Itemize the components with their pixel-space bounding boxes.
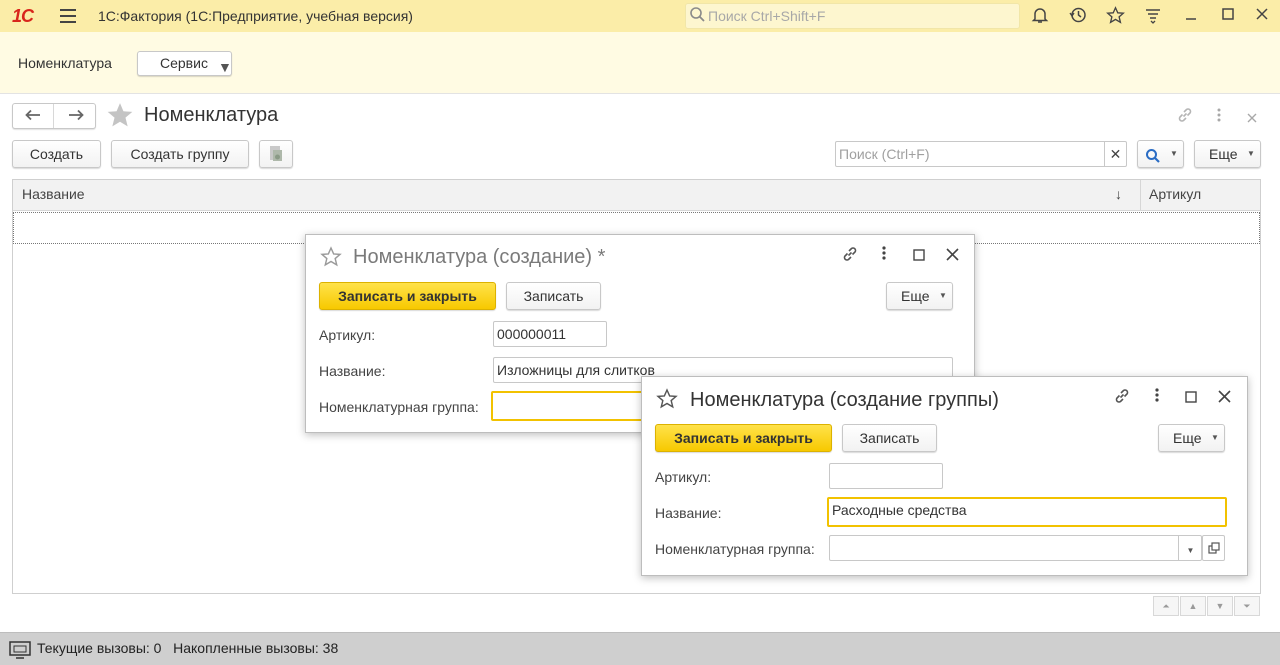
maximize-icon[interactable]	[1180, 387, 1202, 409]
link-icon[interactable]	[1176, 106, 1194, 127]
app-title: 1С:Фактория (1С:Предприятие, учебная вер…	[98, 8, 413, 24]
section-link-nomenclature[interactable]: Номенклатура	[18, 55, 112, 71]
dropdown-arrow-icon[interactable]: ▼	[1178, 536, 1202, 560]
back-arrow-icon[interactable]	[13, 104, 54, 128]
chevron-down-icon: ▼	[1170, 149, 1178, 158]
page-title: Номенклатура	[144, 104, 279, 126]
favorite-star-icon[interactable]	[656, 388, 678, 413]
global-search-placeholder: Поиск Ctrl+Shift+F	[708, 8, 826, 24]
nomenclature-group-field[interactable]	[491, 391, 651, 421]
hamburger-menu-icon[interactable]	[60, 9, 76, 23]
create-group-button[interactable]: Создать группу	[111, 140, 249, 168]
chevron-down-icon: ▼	[1211, 433, 1219, 442]
article-label: Артикул:	[319, 327, 376, 343]
save-button[interactable]: Записать	[842, 424, 937, 452]
favorites-star-icon[interactable]	[1105, 6, 1125, 26]
name-label: Название:	[655, 505, 722, 521]
clear-search-icon[interactable]: ✕	[1104, 142, 1126, 166]
article-field[interactable]: 000000011	[493, 321, 607, 347]
column-divider	[1140, 180, 1141, 211]
scroll-to-bottom-icon[interactable]: ⏷	[1234, 596, 1260, 616]
more-button-label: Еще	[1209, 146, 1238, 162]
link-icon[interactable]	[1111, 387, 1133, 409]
history-icon[interactable]	[1068, 6, 1088, 26]
chevron-down-icon: ▼	[939, 291, 947, 300]
more-button[interactable]: Еще ▼	[1194, 140, 1261, 168]
bell-icon[interactable]	[1030, 6, 1050, 26]
create-button[interactable]: Создать	[12, 140, 101, 168]
close-icon[interactable]	[941, 245, 963, 267]
more-vertical-icon[interactable]	[1216, 107, 1222, 126]
save-and-close-button[interactable]: Записать и закрыть	[319, 282, 496, 310]
more-vertical-icon[interactable]	[873, 245, 895, 267]
nomenclature-group-field[interactable]	[829, 535, 1202, 561]
name-field[interactable]: Расходные средства	[827, 497, 1227, 527]
more-vertical-icon[interactable]	[1146, 387, 1168, 409]
1c-logo[interactable]: 1С	[12, 6, 34, 27]
nomenclature-group-label: Номенклатурная группа:	[319, 399, 479, 415]
favorite-star-icon[interactable]	[320, 246, 342, 271]
open-item-icon[interactable]	[1202, 535, 1225, 561]
table-header	[13, 180, 1260, 211]
nomenclature-group-label: Номенклатурная группа:	[655, 541, 815, 557]
save-and-close-button[interactable]: Записать и закрыть	[655, 424, 832, 452]
service-button[interactable]: Сервис ▼	[137, 51, 232, 76]
name-label: Название:	[319, 363, 386, 379]
more-button-label: Еще	[1173, 430, 1202, 446]
more-button[interactable]: Еще ▼	[886, 282, 953, 310]
more-button-label: Еще	[901, 288, 930, 304]
status-text: Текущие вызовы: 0 Накопленные вызовы: 38	[37, 640, 339, 656]
more-button[interactable]: Еще ▼	[1158, 424, 1225, 452]
global-search-input[interactable]: Поиск Ctrl+Shift+F	[685, 3, 1020, 29]
scroll-up-icon[interactable]: ▲	[1180, 596, 1206, 616]
service-button-label: Сервис	[160, 55, 208, 71]
close-form-icon[interactable]	[1247, 110, 1257, 126]
scroll-down-icon[interactable]: ▼	[1207, 596, 1233, 616]
print-icon[interactable]	[259, 140, 293, 168]
favorite-star-icon[interactable]	[106, 102, 134, 131]
column-header-article[interactable]: Артикул	[1149, 186, 1201, 202]
minimize-icon[interactable]	[1181, 6, 1201, 26]
navigation-buttons	[12, 103, 96, 129]
dialog-title: Номенклатура (создание) *	[353, 246, 606, 268]
save-button[interactable]: Записать	[506, 282, 601, 310]
monitor-icon[interactable]	[9, 640, 31, 663]
forward-arrow-icon[interactable]	[55, 104, 96, 128]
close-app-icon[interactable]	[1252, 6, 1272, 26]
list-search-placeholder: Поиск (Ctrl+F)	[839, 146, 930, 162]
sort-arrow-icon[interactable]: ↓	[1115, 186, 1122, 202]
link-icon[interactable]	[839, 245, 861, 267]
chevron-down-icon: ▼	[218, 59, 232, 75]
article-label: Артикул:	[655, 469, 712, 485]
search-button[interactable]: ▼	[1137, 140, 1184, 168]
article-field[interactable]	[829, 463, 943, 489]
settings-menu-icon[interactable]	[1143, 6, 1163, 26]
maximize-icon[interactable]	[908, 245, 930, 267]
chevron-down-icon: ▼	[1247, 149, 1255, 158]
column-header-name[interactable]: Название	[22, 186, 85, 202]
close-icon[interactable]	[1213, 387, 1235, 409]
maximize-icon[interactable]	[1218, 6, 1238, 26]
scroll-to-top-icon[interactable]: ⏶	[1153, 596, 1179, 616]
dialog-title: Номенклатура (создание группы)	[690, 389, 999, 411]
search-icon	[689, 6, 706, 26]
list-search-input[interactable]: Поиск (Ctrl+F) ✕	[835, 141, 1127, 167]
search-icon	[1145, 146, 1161, 172]
